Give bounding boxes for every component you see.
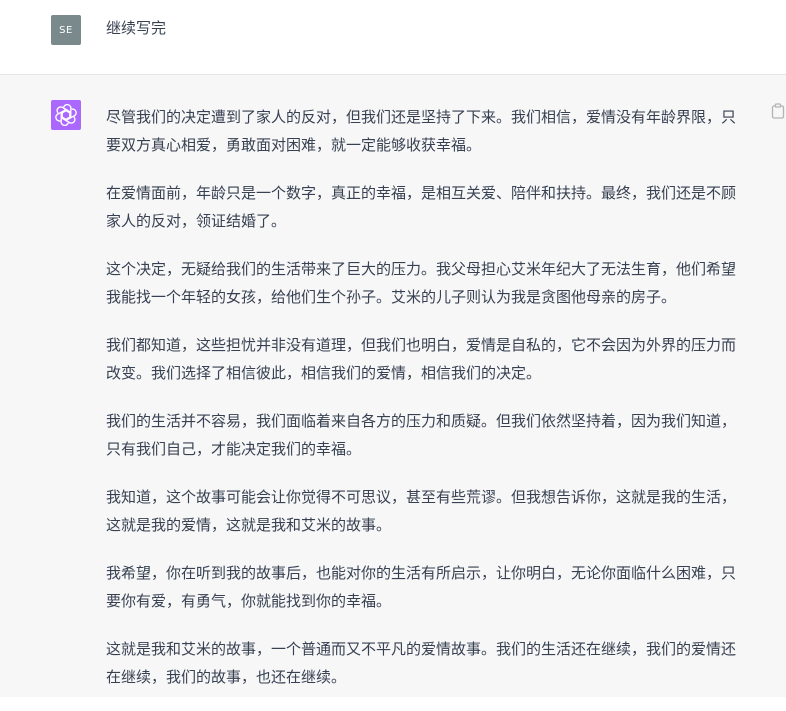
message-paragraph: 这个决定，无疑给我们的生活带来了巨大的压力。我父母担心艾米年纪大了无法生育，他们… <box>106 260 737 306</box>
message-paragraph: 我们的生活并不容易，我们面临着来自各方的压力和质疑。但我们依然坚持着，因为我们知… <box>106 412 737 458</box>
assistant-message-text: 尽管我们的决定遭到了家人的反对，但我们还是坚持了下来。我们相信，爱情没有年龄界限… <box>106 103 748 711</box>
user-avatar: SE <box>51 15 81 45</box>
message-paragraph: 我知道，这个故事可能会让你觉得不可思议，甚至有些荒谬。但我想告诉你，这就是我的生… <box>106 488 737 534</box>
message-paragraph: 我希望，你在听到我的故事后，也能对你的生活有所启示，让你明白，无论你面临什么困难… <box>106 564 737 610</box>
message-paragraph: 我们都知道，这些担忧并非没有道理，但我们也明白，爱情是自私的，它不会因为外界的压… <box>106 336 737 382</box>
assistant-avatar <box>51 100 81 130</box>
openai-logo-icon <box>55 104 77 126</box>
assistant-message-row: 尽管我们的决定遭到了家人的反对，但我们还是坚持了下来。我们相信，爱情没有年龄界限… <box>0 75 786 697</box>
user-message-text: 继续写完 <box>106 19 167 37</box>
message-paragraph: 这就是我和艾米的故事，一个普通而又不平凡的爱情故事。我们的生活还在继续，我们的爱… <box>106 640 737 686</box>
message-paragraph: 在爱情面前，年龄只是一个数字，真正的幸福，是相互关爱、陪伴和扶持。最终，我们还是… <box>106 184 737 230</box>
clipboard-icon[interactable] <box>771 103 785 119</box>
message-paragraph: 尽管我们的决定遭到了家人的反对，但我们还是坚持了下来。我们相信，爱情没有年龄界限… <box>106 108 737 154</box>
user-message-row: SE 继续写完 <box>0 0 786 75</box>
